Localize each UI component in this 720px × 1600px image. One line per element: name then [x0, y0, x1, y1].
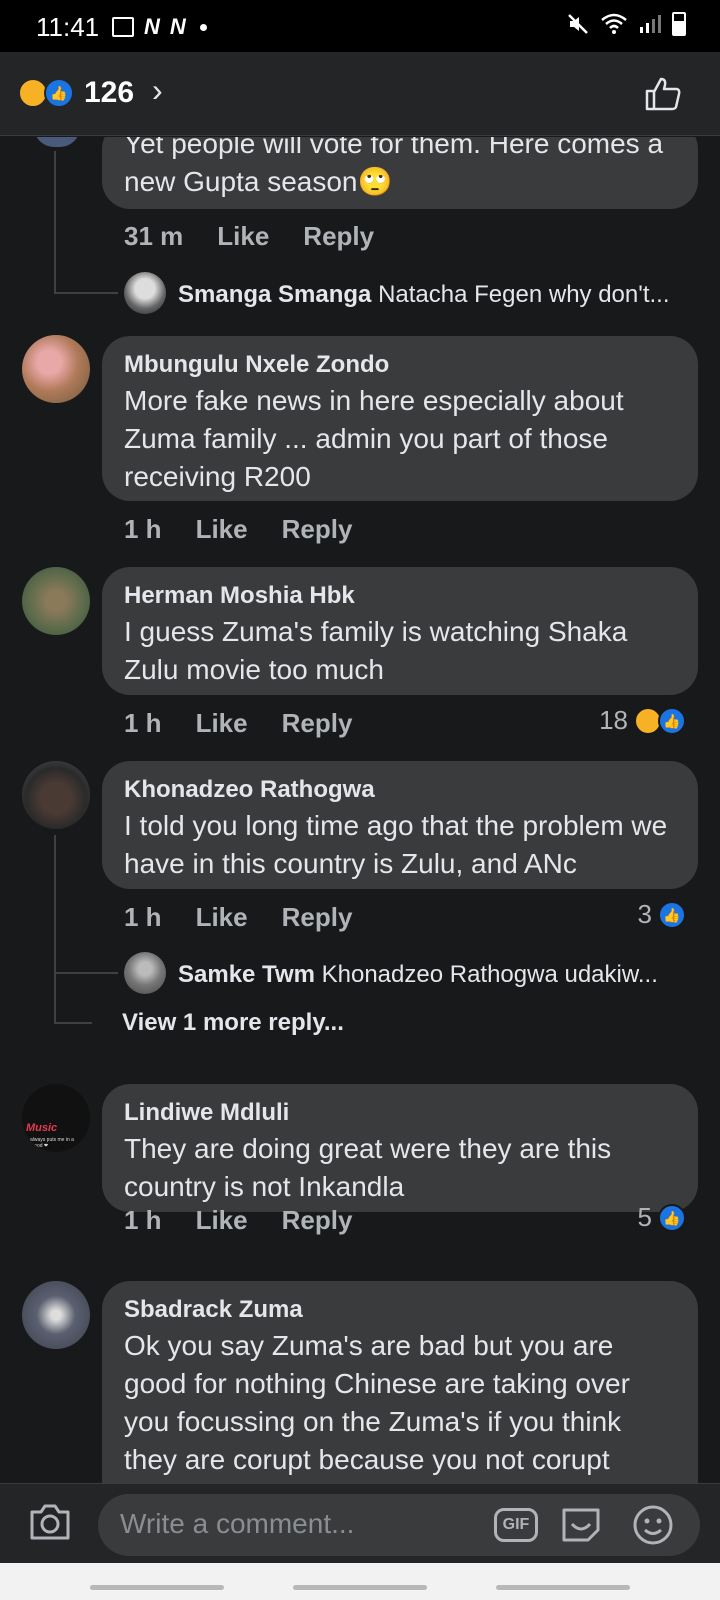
gif-button[interactable]: GIF	[494, 1508, 538, 1542]
comment-time[interactable]: 1 h	[124, 902, 162, 933]
reaction-count: 3	[637, 899, 652, 929]
comment-author[interactable]: Mbungulu Nxele Zondo	[124, 348, 678, 382]
like-button[interactable]: Like	[217, 221, 269, 252]
reply-text: Khonadzeo Rathogwa udakiw...	[321, 961, 658, 988]
chevron-right-icon[interactable]: ›	[152, 72, 163, 109]
comment-input-placeholder: Write a comment...	[120, 1508, 355, 1539]
emoji-icon[interactable]	[632, 1504, 674, 1546]
like-reaction-icon: 👍	[658, 1203, 686, 1232]
reactions-header[interactable]: 👍 126 ›	[0, 52, 720, 136]
like-button[interactable]: Like	[196, 902, 248, 933]
reply-author: Samke Twm	[178, 961, 315, 988]
comment-actions: 1 h Like Reply	[124, 1205, 352, 1236]
reply-button[interactable]: Reply	[282, 1205, 353, 1236]
like-button[interactable]: Like	[196, 1205, 248, 1236]
like-reaction-icon: 👍	[658, 706, 686, 735]
thumbs-up-icon[interactable]	[644, 76, 682, 112]
like-button[interactable]: Like	[196, 514, 248, 545]
system-nav-bar	[0, 1563, 720, 1600]
mute-icon	[568, 14, 588, 34]
reply-text: Natacha Fegen why don't...	[378, 281, 670, 308]
reply-button[interactable]: Reply	[282, 902, 353, 933]
wifi-icon	[601, 13, 627, 34]
avatar-text: Music	[26, 1122, 58, 1134]
reply-button[interactable]: Reply	[282, 708, 353, 739]
avatar-subtext: always puts me in a mood ❤	[30, 1137, 74, 1149]
like-button[interactable]: Like	[196, 708, 248, 739]
battery-icon	[672, 12, 686, 36]
comment-bubble[interactable]: Mbungulu Nxele Zondo More fake news in h…	[102, 336, 698, 501]
comment-bubble[interactable]: Yet people will vote for them. Here come…	[102, 137, 698, 209]
comment-time[interactable]: 1 h	[124, 1205, 162, 1236]
thread-line	[54, 835, 56, 1023]
comment-text: Ok you say Zuma's are bad but you are go…	[124, 1330, 630, 1475]
comment-actions: 1 h Like Reply	[124, 514, 352, 545]
view-more-replies[interactable]: View 1 more reply...	[122, 1009, 344, 1037]
like-reaction-icon: 👍	[658, 900, 686, 929]
status-bar: 11:41 N N	[0, 0, 720, 52]
sticker-icon[interactable]	[560, 1504, 602, 1544]
comment-actions: 1 h Like Reply	[124, 902, 352, 933]
gallery-notification-icon	[112, 17, 134, 37]
reply-preview[interactable]: Smanga Smanga Natacha Fegen why don't...	[178, 281, 698, 309]
comment-reactions[interactable]: 18 👍	[599, 705, 686, 736]
thread-line	[54, 151, 56, 293]
signal-icon	[640, 15, 661, 33]
reply-button[interactable]: Reply	[282, 514, 353, 545]
comment-text: They are doing great were they are this …	[124, 1133, 612, 1202]
comment-time[interactable]: 31 m	[124, 221, 183, 252]
comment-text: More fake news in here especially about …	[124, 385, 624, 492]
comment-bubble[interactable]: Khonadzeo Rathogwa I told you long time …	[102, 761, 698, 889]
comment-actions: 31 m Like Reply	[124, 221, 374, 252]
avatar[interactable]	[124, 272, 166, 314]
comment-bubble[interactable]: Sbadrack Zuma Ok you say Zuma's are bad …	[102, 1281, 698, 1483]
status-time: 11:41	[36, 12, 100, 42]
avatar[interactable]	[22, 761, 90, 829]
avatar[interactable]	[34, 137, 80, 147]
status-system-icons	[566, 12, 686, 36]
comment-input[interactable]: Write a comment... GIF	[98, 1494, 700, 1556]
comment-bubble[interactable]: Lindiwe Mdluli They are doing great were…	[102, 1084, 698, 1212]
reply-author: Smanga Smanga	[178, 281, 372, 308]
comment-reactions[interactable]: 3 👍	[638, 899, 686, 930]
reaction-count: 5	[637, 1202, 652, 1232]
comment-feed[interactable]: Yet people will vote for them. Here come…	[0, 137, 720, 1483]
comment-author[interactable]: Khonadzeo Rathogwa	[124, 773, 678, 807]
comment-composer: Write a comment... GIF	[0, 1483, 720, 1563]
thread-connector	[54, 292, 118, 294]
netflix-notification-icon-2: N	[169, 14, 186, 39]
avatar[interactable]: Music always puts me in a mood ❤	[22, 1084, 90, 1152]
comment-actions: 1 h Like Reply	[124, 708, 352, 739]
avatar[interactable]	[22, 335, 90, 403]
comment-time[interactable]: 1 h	[124, 514, 162, 545]
reaction-count[interactable]: 126	[84, 76, 134, 110]
reply-button[interactable]: Reply	[303, 221, 374, 252]
netflix-notification-icon: N	[144, 14, 160, 39]
nav-back-button[interactable]	[496, 1585, 630, 1590]
comment-text: Yet people will vote for them. Here come…	[124, 137, 664, 197]
nav-recents-button[interactable]	[90, 1585, 224, 1590]
avatar[interactable]	[22, 1281, 90, 1349]
status-notification-icons: N N	[112, 14, 207, 40]
avatar[interactable]	[22, 567, 90, 635]
comment-bubble[interactable]: Herman Moshia Hbk I guess Zuma's family …	[102, 567, 698, 695]
comment-author[interactable]: Sbadrack Zuma	[124, 1293, 678, 1327]
thread-connector	[54, 1022, 92, 1024]
nav-home-button[interactable]	[293, 1585, 427, 1590]
avatar[interactable]	[124, 952, 166, 994]
comment-time[interactable]: 1 h	[124, 708, 162, 739]
reply-preview[interactable]: Samke Twm Khonadzeo Rathogwa udakiw...	[178, 961, 698, 989]
reaction-count: 18	[599, 705, 628, 735]
comment-author[interactable]: Herman Moshia Hbk	[124, 579, 678, 613]
comment-text: I guess Zuma's family is watching Shaka …	[124, 616, 628, 685]
comment-author[interactable]: Lindiwe Mdluli	[124, 1096, 678, 1130]
comment-text: I told you long time ago that the proble…	[124, 810, 668, 879]
comment-reactions[interactable]: 5 👍	[638, 1202, 686, 1233]
thread-connector	[54, 972, 118, 974]
like-reaction-icon: 👍	[44, 78, 74, 108]
more-notifications-dot-icon	[199, 23, 207, 31]
camera-icon[interactable]	[28, 1502, 72, 1542]
